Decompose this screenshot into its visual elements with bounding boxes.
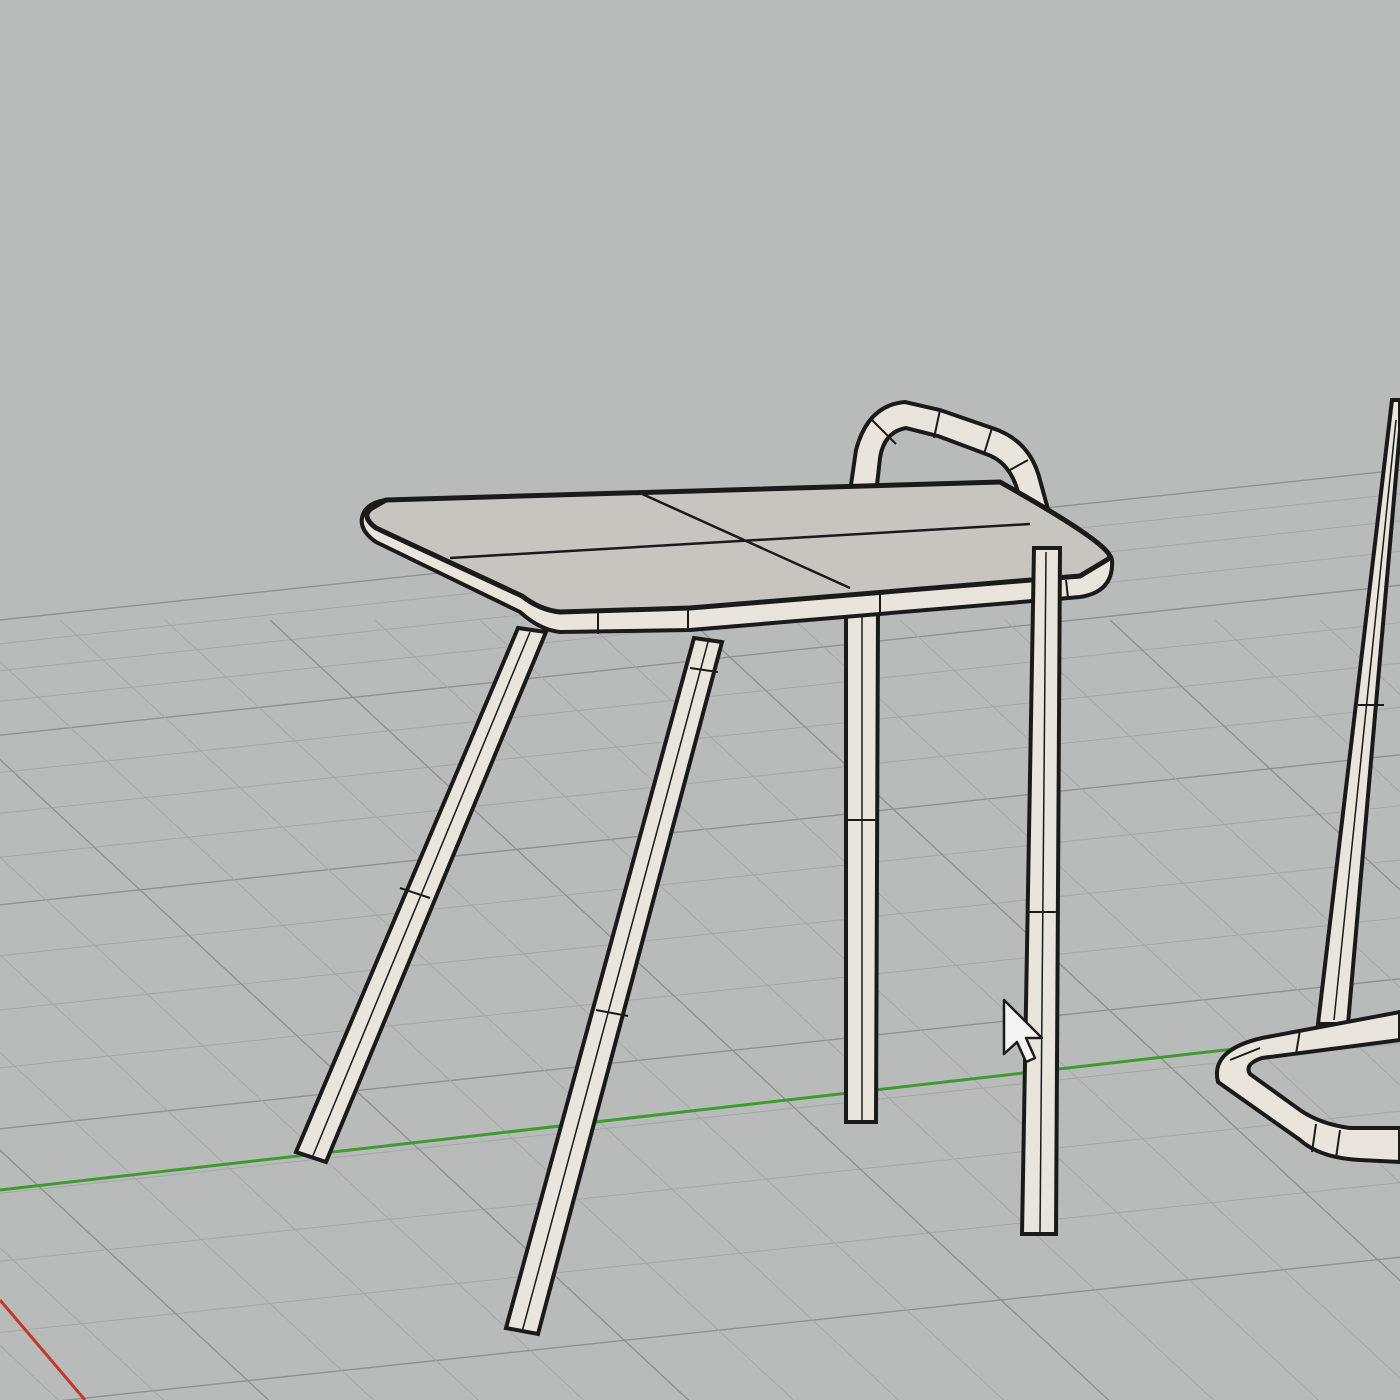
3d-viewport[interactable] bbox=[0, 0, 1400, 1400]
leg-back-left[interactable] bbox=[844, 606, 881, 1124]
scene-canvas[interactable] bbox=[0, 0, 1400, 1400]
